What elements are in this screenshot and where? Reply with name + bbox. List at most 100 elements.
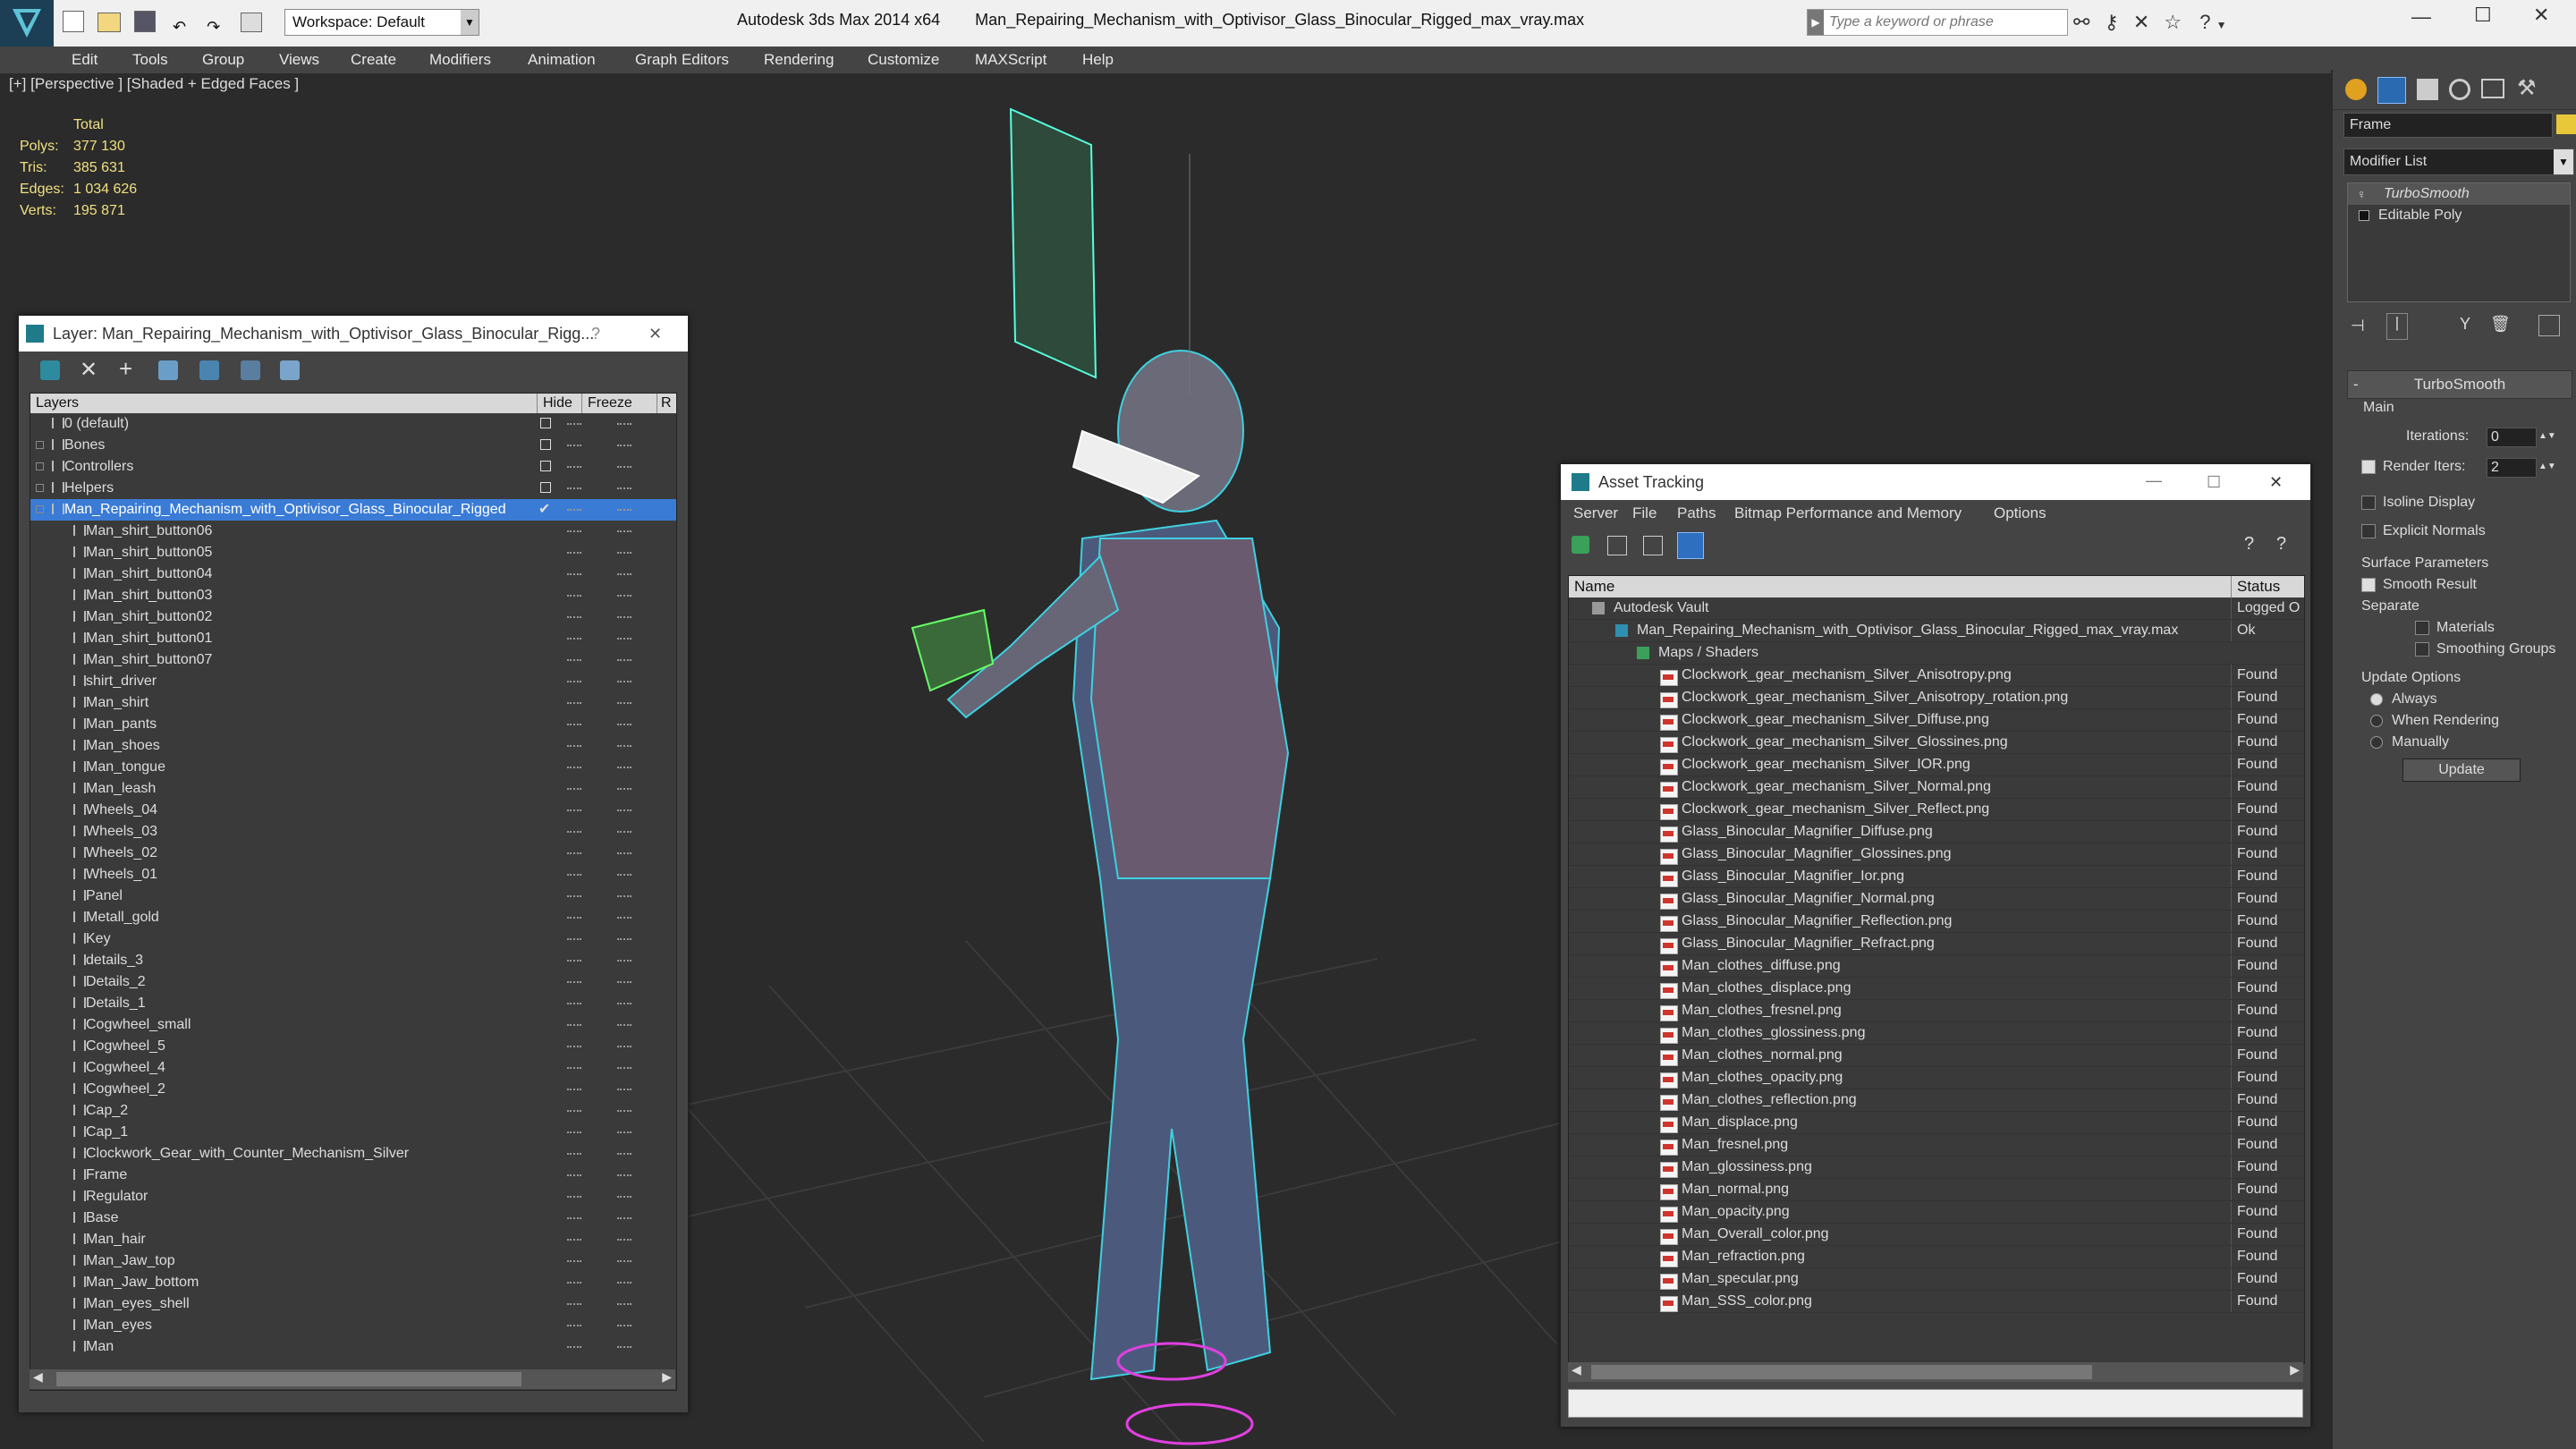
layer-row[interactable]: 0 (default) [30,413,676,435]
asset-minimize-icon[interactable]: — [2146,462,2162,498]
asset-row-map[interactable]: Clockwork_gear_mechanism_Silver_Glossine… [1569,732,2304,754]
smooth-result-checkbox[interactable] [2361,578,2376,592]
asset-hscrollbar[interactable]: ◀ ▶ [1568,1362,2303,1382]
render-iters-spinner[interactable]: 2 [2487,458,2537,478]
hide-toggle-dash[interactable] [567,659,581,661]
isoline-checkbox[interactable] [2361,496,2376,510]
object-row[interactable]: Man_shirt_button06 [30,521,676,542]
hide-all-layers-icon[interactable] [241,360,260,380]
delete-layer-icon[interactable]: ✕ [80,357,97,383]
object-row[interactable]: Man_tongue [30,757,676,778]
freeze-toggle-dash[interactable] [617,659,631,661]
list-view-icon[interactable] [1607,536,1627,555]
menu-customize[interactable]: Customize [868,51,939,69]
hide-toggle-dash[interactable] [567,745,581,747]
object-row[interactable]: Panel [30,886,676,907]
freeze-toggle-dash[interactable] [617,702,631,704]
always-radio[interactable] [2370,693,2383,706]
freeze-toggle-dash[interactable] [617,573,631,575]
make-unique-icon[interactable]: Y [2460,315,2470,334]
hide-toggle-dash[interactable] [567,1131,581,1133]
scroll-right-icon[interactable]: ▶ [662,1369,672,1385]
update-button[interactable]: Update [2402,758,2521,782]
expand-toggle-icon[interactable] [36,505,44,513]
object-row[interactable]: Man_eyes_shell [30,1293,676,1315]
hide-toggle-dash[interactable] [567,1239,581,1241]
asset-menu-paths[interactable]: Paths [1677,500,1716,527]
iterations-spinner[interactable]: 0 [2487,428,2537,447]
hide-toggle-dash[interactable] [567,852,581,854]
hierarchy-tab-icon[interactable] [2417,79,2438,100]
col-layers[interactable]: Layers [36,394,79,413]
layer-row[interactable]: Helpers [30,478,676,499]
asset-row-map[interactable]: Man_Overall_color.png Found [1569,1224,2304,1246]
object-row[interactable]: Cogwheel_2 [30,1079,676,1100]
turbosmooth-rollout-header[interactable]: - TurboSmooth [2347,370,2572,399]
hide-toggle-box[interactable] [540,482,551,493]
object-row[interactable]: Wheels_02 [30,843,676,864]
menu-maxscript[interactable]: MAXScript [975,51,1046,69]
freeze-toggle-dash[interactable] [617,530,631,532]
layer-row-selected[interactable]: Man_Repairing_Mechanism_with_Optivisor_G… [30,499,676,521]
object-row[interactable]: Frame [30,1165,676,1186]
hide-toggle-dash[interactable] [567,1303,581,1305]
object-row[interactable]: Man_shirt_button03 [30,585,676,606]
when-rendering-radio[interactable] [2370,715,2383,727]
menu-edit[interactable]: Edit [72,51,97,69]
freeze-toggle-dash[interactable] [617,788,631,790]
current-layer-check-icon[interactable]: ✔ [538,499,550,521]
favorites-star-icon[interactable]: ☆ [2164,11,2182,34]
asset-row-map[interactable]: Man_clothes_diffuse.png Found [1569,955,2304,978]
freeze-toggle-dash[interactable] [617,487,631,489]
asset-row-map[interactable]: Man_clothes_reflection.png Found [1569,1089,2304,1112]
object-name-field[interactable]: Frame [2343,113,2553,138]
object-row[interactable]: Man_shirt_button07 [30,649,676,671]
freeze-toggle-dash[interactable] [617,1003,631,1004]
col-hide[interactable]: Hide [537,394,572,413]
freeze-toggle-dash[interactable] [617,895,631,897]
freeze-toggle-dash[interactable] [617,423,631,425]
menu-animation[interactable]: Animation [528,51,596,69]
object-row[interactable]: shirt_driver [30,671,676,692]
object-row[interactable]: Man_shirt [30,692,676,714]
hide-toggle-dash[interactable] [567,1024,581,1026]
asset-row-map[interactable]: Glass_Binocular_Magnifier_Glossines.png F… [1569,843,2304,866]
hide-toggle-dash[interactable] [567,1196,581,1198]
asset-maximize-icon[interactable]: ☐ [2207,464,2221,500]
project-folder-icon[interactable] [241,13,263,32]
asset-row-map[interactable]: Clockwork_gear_mechanism_Silver_Anisotro… [1569,687,2304,709]
display-tab-icon[interactable] [2481,79,2504,98]
remove-modifier-icon[interactable]: 🗑 [2490,315,2511,334]
object-row[interactable]: Man [30,1336,676,1358]
help-icon[interactable]: ? [2244,534,2254,555]
object-row[interactable]: Man_Jaw_bottom [30,1272,676,1293]
object-row[interactable]: Man_pants [30,714,676,735]
hide-toggle-dash[interactable] [567,1325,581,1326]
asset-row-map[interactable]: Man_clothes_displace.png Found [1569,978,2304,1000]
new-file-icon[interactable] [63,11,84,32]
hide-toggle-dash[interactable] [567,595,581,597]
freeze-toggle-dash[interactable] [617,1046,631,1047]
key-icon[interactable]: ⚷ [2105,11,2119,34]
hide-toggle-box[interactable] [540,461,551,471]
app-logo[interactable] [0,0,54,47]
hide-toggle-dash[interactable] [567,552,581,554]
hide-toggle-dash[interactable] [567,1260,581,1262]
table-view-icon[interactable] [1677,532,1704,559]
expand-toggle-icon[interactable] [36,484,44,492]
hide-toggle-dash[interactable] [567,767,581,768]
freeze-toggle-dash[interactable] [617,552,631,554]
asset-row-map[interactable]: Clockwork_gear_mechanism_Silver_IOR.png F… [1569,754,2304,776]
select-objects-icon[interactable] [158,360,178,380]
object-row[interactable]: Cogwheel_5 [30,1036,676,1057]
asset-close-icon[interactable]: ✕ [2269,464,2283,500]
hide-toggle-dash[interactable] [567,831,581,833]
asset-row-map[interactable]: Man_SSS_color.png Found [1569,1291,2304,1313]
render-iters-checkbox[interactable] [2361,460,2376,474]
modify-tab-icon[interactable] [2377,77,2406,104]
object-row[interactable]: Man_shoes [30,735,676,757]
asset-row-map[interactable]: Man_clothes_glossiness.png Found [1569,1022,2304,1045]
asset-row-map[interactable]: Man_clothes_normal.png Found [1569,1045,2304,1067]
asset-row-map[interactable]: Glass_Binocular_Magnifier_Reflection.png… [1569,911,2304,933]
spinner-arrows-icon[interactable]: ▲▼ [2538,426,2556,447]
